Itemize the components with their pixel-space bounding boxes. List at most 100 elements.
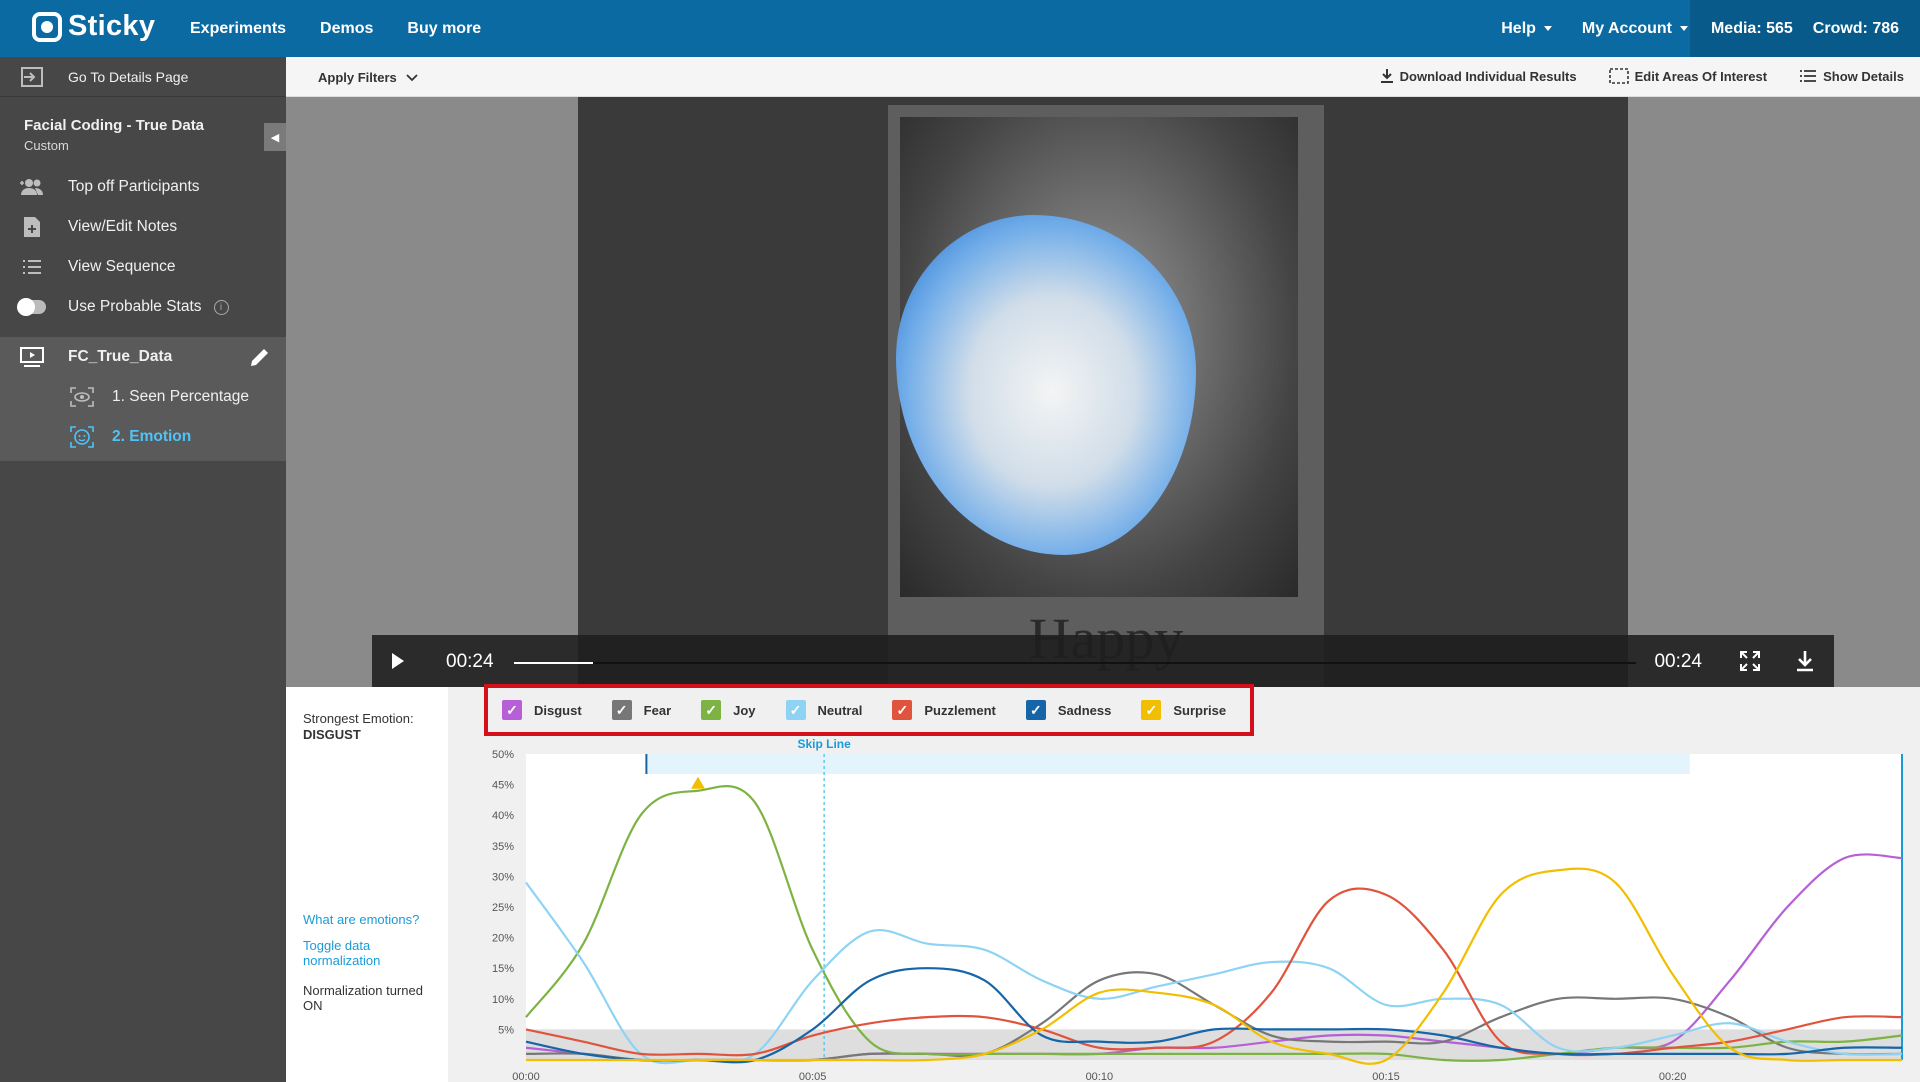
play-icon[interactable] [392,653,404,669]
y-tick-label: 30% [492,871,514,883]
media-count: Media: 565 [1710,19,1793,37]
end-time: 00:24 [1654,651,1702,672]
dashed-box-icon [1608,68,1629,84]
x-tick-label: 00:10 [1086,1071,1114,1082]
legend-sadness[interactable]: ✓ Sadness [1025,700,1111,720]
video-viewer: Happy [286,97,1920,687]
legend-joy[interactable]: ✓ Joy [701,700,756,720]
sub-item-label: 1. Seen Percentage [112,388,250,405]
sidebar-item-sequence[interactable]: View Sequence [0,247,286,287]
edit-aoi-button[interactable]: Edit Areas Of Interest [1608,68,1768,84]
y-tick-label: 25% [492,902,514,914]
download-video-icon[interactable] [1794,649,1816,673]
eye-focus-icon [66,385,98,409]
sidebar-item-notes[interactable]: View/Edit Notes [0,207,286,247]
toggle-normalization-link[interactable]: Toggle data normalization [303,938,423,968]
checkbox-checked-icon[interactable]: ✓ [1025,700,1046,720]
sticky-logo-icon [32,11,62,42]
show-details-button[interactable]: Show Details [1799,69,1904,84]
x-tick-label: 00:05 [799,1071,827,1082]
legend-puzzlement[interactable]: ✓ Puzzlement [892,700,996,720]
edit-pencil-icon[interactable] [248,345,272,369]
seek-progress [514,662,593,664]
nav-demos[interactable]: Demos [320,20,373,38]
plot-area [526,754,1902,1060]
sidebar-item-probable-stats[interactable]: Use Probable Stats i [0,287,286,327]
info-icon[interactable]: i [213,299,229,315]
download-results-button[interactable]: Download Individual Results [1380,68,1577,84]
video-controls: 00:24 00:24 [372,635,1834,689]
y-tick-label: 10% [492,994,514,1006]
experiment-title: Facial Coding - True Data [24,117,205,134]
main-nav: Experiments Demos Buy more [190,20,481,38]
help-label: Help [1501,20,1536,37]
emotion-legend: ✓ Disgust ✓ Fear ✓ Joy ✓ Neutral ✓ Puzzlement… [484,684,1254,736]
results-toolbar: Apply Filters Download Individual Result… [286,57,1920,97]
y-tick-label: 35% [492,841,514,853]
what-are-emotions-link[interactable]: What are emotions? [303,912,419,927]
nav-experiments[interactable]: Experiments [190,20,286,38]
strongest-emotion-value: DISGUST [303,727,361,742]
help-menu[interactable]: Help [1501,20,1552,38]
normalization-status: Normalization turned ON [303,983,423,1013]
y-tick-label: 40% [492,810,514,822]
nav-buy-more[interactable]: Buy more [407,20,481,38]
legend-disgust[interactable]: ✓ Disgust [502,700,582,720]
media-block: FC_True_Data 1. Seen Percentage 2. Emoti… [0,337,286,461]
media-item-fc-true-data[interactable]: FC_True_Data [0,337,286,377]
strongest-emotion-label: Strongest Emotion: [303,711,414,726]
legend-label: Joy [733,702,756,718]
checkbox-checked-icon[interactable]: ✓ [502,700,522,720]
note-add-icon [16,215,48,239]
legend-label: Disgust [534,702,582,718]
toolbar-actions: Download Individual Results Edit Areas O… [1380,68,1904,84]
x-tick-label: 00:20 [1659,1071,1687,1082]
checkbox-checked-icon[interactable]: ✓ [892,700,913,720]
legend-fear[interactable]: ✓ Fear [611,700,671,720]
sidebar: Go To Details Page Facial Coding - True … [0,57,286,1082]
current-time: 00:24 [446,651,494,672]
sidebar-item-label: View Sequence [68,258,176,275]
sidebar-item-label: Top off Participants [68,178,200,195]
emotion-line-chart[interactable]: Skip Line 50% 45% 40% 35% 30% 25% 20% 15% 10% 5% 00… [448,738,1920,1082]
y-tick-label: 20% [492,933,514,945]
legend-label: Neutral [817,702,863,718]
edit-aoi-label: Edit Areas Of Interest [1634,68,1768,84]
legend-label: Surprise [1173,702,1227,718]
credit-counts: Media: 565 Crowd: 786 [1690,0,1920,57]
top-navigation-bar: Sticky Experiments Demos Buy more Help M… [0,0,1920,57]
y-tick-label: 5% [498,1024,514,1036]
skip-line-label: Skip Line [797,738,851,751]
crowd-count: Crowd: 786 [1812,19,1900,37]
go-to-details-link[interactable]: Go To Details Page [0,57,286,97]
fullscreen-icon[interactable] [1740,651,1760,671]
media-name: FC_True_Data [68,348,173,365]
sub-item-seen-percentage[interactable]: 1. Seen Percentage [0,377,286,417]
add-users-icon [16,175,48,199]
x-tick-label: 00:15 [1372,1071,1400,1082]
checkbox-checked-icon[interactable]: ✓ [1141,700,1162,720]
emotion-info-column: Strongest Emotion: DISGUST What are emot… [286,687,448,1082]
probable-stats-toggle[interactable] [17,298,46,316]
sub-item-emotion[interactable]: 2. Emotion [0,417,286,457]
legend-neutral[interactable]: ✓ Neutral [785,700,863,720]
apply-filters-dropdown[interactable]: Apply Filters [318,70,419,85]
checkbox-checked-icon[interactable]: ✓ [701,700,722,720]
skip-band [646,754,1690,774]
y-tick-label: 50% [492,749,514,761]
seek-bar[interactable] [514,662,1636,664]
go-to-details-label: Go To Details Page [68,68,189,85]
collapse-sidebar-button[interactable]: ◀ [264,123,286,151]
show-details-label: Show Details [1823,68,1904,84]
sticky-logo[interactable]: Sticky [32,10,155,43]
legend-surprise[interactable]: ✓ Surprise [1141,700,1226,720]
exit-icon [16,65,48,89]
checkbox-checked-icon[interactable]: ✓ [611,700,632,720]
experiment-type: Custom [24,138,69,153]
sidebar-item-label: Use Probable Stats [68,298,202,315]
checkbox-checked-icon[interactable]: ✓ [785,700,806,720]
chevron-down-icon [406,74,419,82]
account-menu[interactable]: My Account [1582,20,1688,38]
x-tick-label: 00:00 [512,1071,540,1082]
sidebar-item-top-off[interactable]: Top off Participants [0,167,286,207]
